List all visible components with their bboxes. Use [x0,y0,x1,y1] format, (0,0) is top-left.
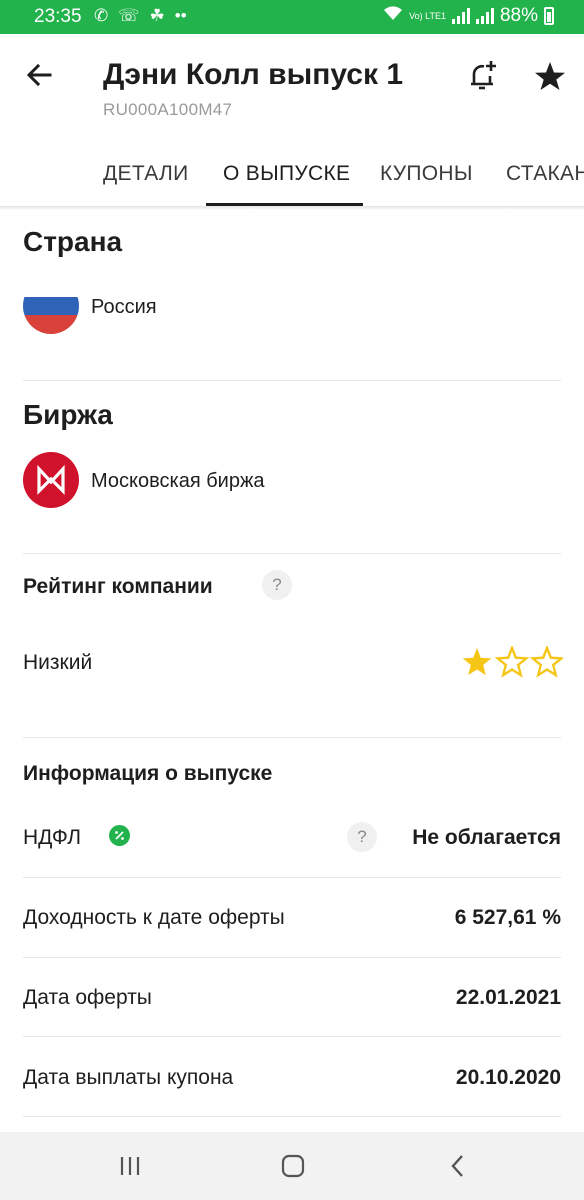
russia-flag-icon [23,278,79,334]
add-notification-button[interactable] [462,56,502,96]
battery-percent: 88% [499,5,538,26]
ndfl-label: НДФЛ [23,826,81,849]
back-button[interactable] [20,56,60,96]
moex-logo-icon [23,452,79,508]
rating-help-button[interactable]: ? [262,570,292,600]
page-title: Дэни Колл выпуск 1 [103,58,404,91]
coupon-date-value: 20.10.2020 [455,1066,561,1089]
country-title: Страна [23,226,123,257]
back-chevron-icon [451,1155,463,1177]
divider [23,380,561,381]
offer-date-value: 22.01.2021 [455,986,561,1009]
exchange-title: Биржа [23,399,113,430]
isin-code: RU000A100M47 [103,100,233,119]
whatsapp-icon: ☏ [118,6,140,25]
offer-date-label: Дата оферты [23,986,152,1009]
header-shadow [0,206,584,210]
favorite-button[interactable] [530,56,570,96]
more-notifications-icon: •• [174,6,187,25]
system-nav-bar [0,1132,584,1200]
flag-stripe-red [23,315,79,334]
bell-plus-icon [471,61,496,90]
home-button[interactable] [271,1146,315,1186]
star-icon [535,62,565,90]
call-forward-icon: ✆ [94,6,109,25]
country-value: Россия [91,296,157,318]
tab-about-issue[interactable]: О ВЫПУСКЕ [223,162,350,186]
tab-coupons[interactable]: КУПОНЫ [380,162,473,186]
arrow-left-icon [26,63,52,87]
divider [23,737,561,738]
battery-icon [544,7,554,25]
ndfl-help-button[interactable]: ? [347,822,377,852]
signal-icon-2 [475,8,494,24]
ndfl-value: Не облагается [412,826,561,849]
star-filled-icon [462,648,492,676]
divider [23,1116,561,1117]
divider [23,1036,561,1037]
star-empty-icon [529,646,563,678]
divider [23,957,561,958]
divider [23,877,561,878]
rating-title: Рейтинг компании [23,575,213,598]
issue-info-title: Информация о выпуске [23,762,273,785]
recents-icon [120,1157,140,1175]
tab-details[interactable]: ДЕТАЛИ [103,162,189,186]
star-empty-icon [494,646,530,678]
yield-value: 6 527,61 % [454,906,561,929]
status-right: Vo) LTE1 88% [383,5,554,27]
app-notification-icon: ☘ [149,6,165,25]
rating-stars [462,646,563,678]
percent-badge-icon [109,825,130,846]
nav-back-button[interactable] [436,1146,480,1186]
flag-stripe-white [23,278,79,297]
moex-mark-icon [37,464,65,495]
status-bar: 23:35 ✆ ☏ ☘ •• Vo) LTE1 88% [0,0,584,34]
notification-icons: ✆ ☏ ☘ •• [94,6,187,26]
volte-icon: Vo) LTE1 [409,10,446,21]
coupon-date-label: Дата выплаты купона [23,1066,234,1089]
flag-stripe-blue [23,296,79,316]
wifi-icon [383,5,403,27]
exchange-value: Московская биржа [91,470,265,492]
yield-label: Доходность к дате оферты [23,906,285,929]
tab-bar: ДЕТАЛИ О ВЫПУСКЕ КУПОНЫ СТАКАН [0,146,584,206]
signal-icon-1 [451,8,470,24]
divider [23,553,561,554]
recents-button[interactable] [108,1146,152,1186]
status-time: 23:35 [34,6,82,27]
rating-level: Низкий [23,651,93,674]
app-header: Дэни Колл выпуск 1 RU000A100M47 ДЕТАЛИ О… [0,34,584,206]
tab-order-book[interactable]: СТАКАН [506,162,584,186]
home-icon [281,1154,305,1178]
